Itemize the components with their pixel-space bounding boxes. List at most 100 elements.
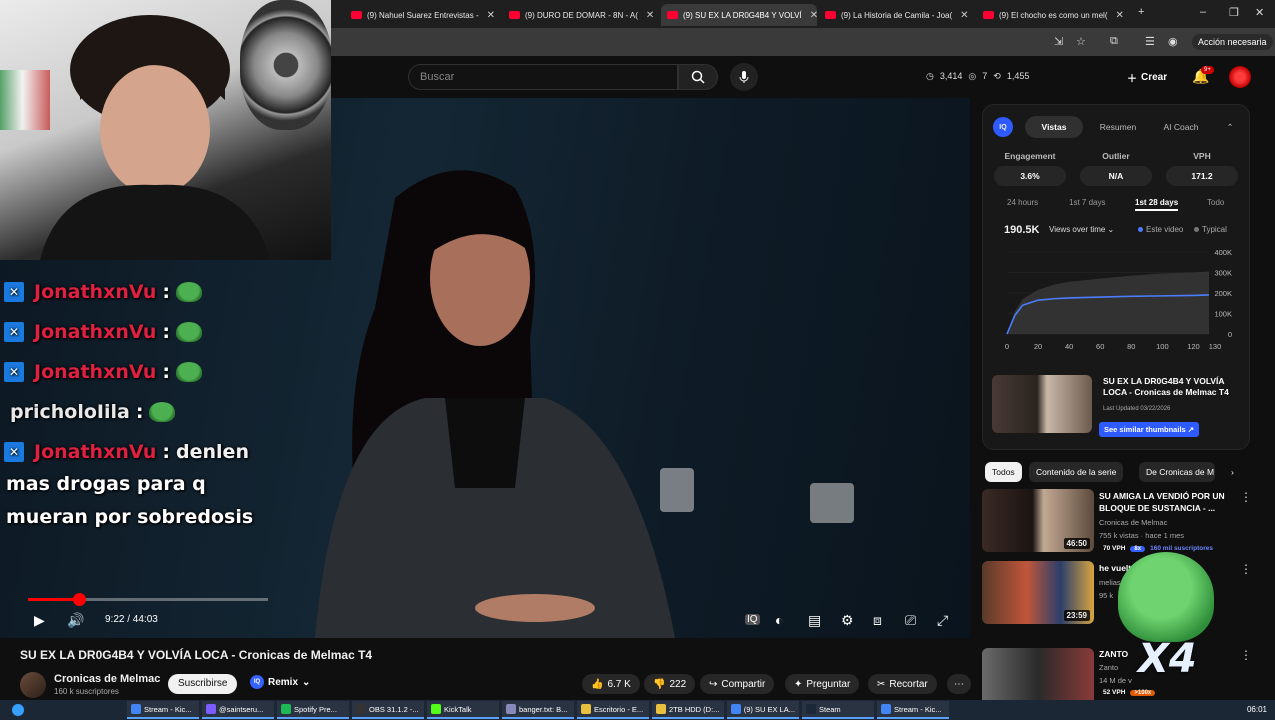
- maximize-button[interactable]: ❐: [1229, 6, 1239, 19]
- reading-list-icon[interactable]: ☰: [1145, 35, 1155, 48]
- chevron-down-icon: ⌄: [302, 676, 311, 688]
- y-tick-label: 300K: [1214, 269, 1232, 278]
- rec-channel[interactable]: Cronicas de Melmac: [1099, 518, 1167, 527]
- browser-tab[interactable]: (9) La Historia de Camila - Joa(✕: [819, 4, 975, 26]
- chrome-icon: [731, 704, 741, 714]
- dislike-button[interactable]: 👎 222: [644, 674, 696, 694]
- views-dropdown[interactable]: Views over time ⌄: [1049, 225, 1114, 234]
- y-tick-label: 0: [1228, 330, 1232, 339]
- pepe-emote-icon: [176, 322, 203, 342]
- range-all[interactable]: Todo: [1207, 198, 1224, 207]
- chips-next-chevron-icon[interactable]: ›: [1224, 462, 1241, 482]
- thumbs-down-icon: 👎: [653, 678, 666, 690]
- thumbs-up-icon: 👍: [591, 678, 604, 690]
- extensions-icon[interactable]: ⧉: [1110, 35, 1118, 48]
- iq-player-icon[interactable]: IQ: [745, 614, 760, 625]
- action-needed-button[interactable]: Acción necesaria: [1192, 34, 1273, 50]
- voice-search-button[interactable]: [730, 63, 758, 91]
- browser-tab-active[interactable]: (9) SU EX LA DR0G4B4 Y VOLVÍ ✕: [661, 4, 817, 26]
- chip-channel[interactable]: De Cronicas de M: [1139, 462, 1215, 482]
- taskbar-item[interactable]: Escritorio - E...: [577, 701, 649, 719]
- ask-button[interactable]: ✦ Preguntar: [785, 674, 860, 694]
- miniplayer-icon[interactable]: ⧈: [873, 612, 882, 629]
- close-icon[interactable]: ✕: [487, 10, 495, 21]
- search-input[interactable]: Buscar: [408, 64, 678, 90]
- metric-label: VPH: [1193, 151, 1211, 161]
- taskbar-item[interactable]: Stream - Kic...: [877, 701, 949, 719]
- autoplay-toggle-icon[interactable]: ◐: [775, 612, 783, 628]
- close-icon[interactable]: ✕: [810, 10, 817, 21]
- tab-ai-coach[interactable]: AI Coach: [1152, 116, 1210, 138]
- taskbar-item[interactable]: Steam: [802, 701, 874, 719]
- spotify-icon: [281, 704, 291, 714]
- chat-overlay: ✕ JonathxnVu: ✕ JonathxnVu: ✕ JonathxnVu: p…: [4, 272, 284, 472]
- range-24h[interactable]: 24 hours: [1007, 198, 1038, 207]
- rec-thumbnail[interactable]: 46:50: [982, 489, 1094, 552]
- chip-todos[interactable]: Todos: [985, 462, 1022, 482]
- rec-title[interactable]: SU AMIGA LA VENDIÓ POR UN BLOQUE DE SUST…: [1099, 490, 1231, 514]
- taskbar-item[interactable]: banger.txt: B...: [502, 701, 574, 719]
- emote-multiplier: X4: [1138, 636, 1197, 682]
- browser-tab[interactable]: (9) El chocho es como un mel(✕: [977, 4, 1133, 26]
- range-28d[interactable]: 1st 28 days: [1135, 198, 1179, 211]
- play-icon[interactable]: ▶: [34, 612, 45, 629]
- channel-avatar[interactable]: [20, 672, 46, 698]
- tab-vistas[interactable]: Vistas: [1025, 116, 1083, 138]
- install-icon[interactable]: ⇲: [1054, 35, 1063, 48]
- iq-logo-icon: IQ: [993, 117, 1013, 137]
- thumbnail-title: SU EX LA DR0G4B4 Y VOLVÍA LOCA - Cronica…: [1103, 376, 1229, 397]
- subtitles-icon[interactable]: ▤: [808, 612, 821, 629]
- share-button[interactable]: ↪ Compartir: [700, 674, 775, 694]
- taskbar-item[interactable]: OBS 31.1.2 -...: [352, 701, 424, 719]
- browser-tab[interactable]: (9) DURO DE DOMAR - 8N - A(✕: [503, 4, 659, 26]
- cast-icon[interactable]: ⎚: [905, 612, 916, 629]
- metric-value: 3.6%: [994, 166, 1066, 186]
- range-7d[interactable]: 1st 7 days: [1069, 198, 1105, 207]
- chat-username: JonathxnVu: [34, 441, 157, 463]
- taskbar-item[interactable]: Spotify Pre...: [277, 701, 349, 719]
- close-icon[interactable]: ✕: [646, 10, 654, 21]
- taskbar-item[interactable]: @saintseru...: [202, 701, 274, 719]
- progress-scrubber[interactable]: [73, 593, 87, 606]
- new-tab-button[interactable]: +: [1138, 6, 1144, 18]
- mug: [660, 468, 694, 512]
- windows-start-icon[interactable]: [8, 700, 28, 720]
- close-icon[interactable]: ✕: [960, 10, 968, 21]
- subscribe-button[interactable]: Suscribirse: [168, 674, 238, 694]
- taskbar-item[interactable]: (9) SU EX LA...: [727, 701, 799, 719]
- chip-series[interactable]: Contenido de la serie: [1029, 462, 1124, 482]
- browser-tab[interactable]: (9) Nahuel Suarez Entrevistas - ✕: [345, 4, 501, 26]
- metric-label: Engagement: [1004, 151, 1056, 161]
- kick-icon: [431, 704, 441, 714]
- account-avatar[interactable]: [1229, 66, 1251, 88]
- minimize-button[interactable]: –: [1200, 6, 1206, 18]
- more-options-icon[interactable]: ⋮: [1240, 490, 1252, 504]
- fullscreen-icon[interactable]: ⤢: [937, 612, 948, 629]
- like-button[interactable]: 👍 6.7 K: [582, 674, 640, 694]
- tab-resumen[interactable]: Resumen: [1090, 116, 1146, 138]
- profile-icon[interactable]: ◉: [1168, 35, 1178, 48]
- more-options-icon[interactable]: ⋮: [1240, 562, 1252, 576]
- more-options-icon[interactable]: ⋮: [1240, 648, 1252, 662]
- more-actions-button[interactable]: ⋯: [947, 674, 971, 694]
- see-similar-thumbnails-button[interactable]: See similar thumbnails ↗: [1099, 422, 1200, 437]
- volume-icon[interactable]: 🔊: [67, 612, 84, 629]
- channel-name[interactable]: Cronicas de Melmac: [54, 673, 160, 685]
- jar: [810, 483, 854, 523]
- bookmark-star-icon[interactable]: ☆: [1076, 35, 1086, 48]
- rec-meta: 14 M de v: [1099, 676, 1132, 685]
- window-close-button[interactable]: ✕: [1255, 6, 1264, 19]
- close-icon[interactable]: ✕: [1116, 10, 1124, 21]
- collapse-chevron-icon[interactable]: ⌃: [1222, 116, 1238, 138]
- search-button[interactable]: [678, 64, 718, 90]
- rec-channel[interactable]: melias: [1099, 578, 1121, 587]
- rec-channel[interactable]: Zanto: [1099, 663, 1118, 672]
- create-button[interactable]: ＋ Crear: [1127, 66, 1167, 88]
- taskbar-item[interactable]: Stream - Kic...: [127, 701, 199, 719]
- taskbar-item[interactable]: KickTalk: [427, 701, 499, 719]
- clip-button[interactable]: ✂ Recortar: [868, 674, 937, 694]
- taskbar-item[interactable]: 2TB HDD (D:...: [652, 701, 724, 719]
- rec-thumbnail[interactable]: 23:59: [982, 561, 1094, 624]
- remix-button[interactable]: IQ Remix ⌄: [250, 675, 310, 689]
- settings-gear-icon[interactable]: ⚙: [841, 612, 854, 629]
